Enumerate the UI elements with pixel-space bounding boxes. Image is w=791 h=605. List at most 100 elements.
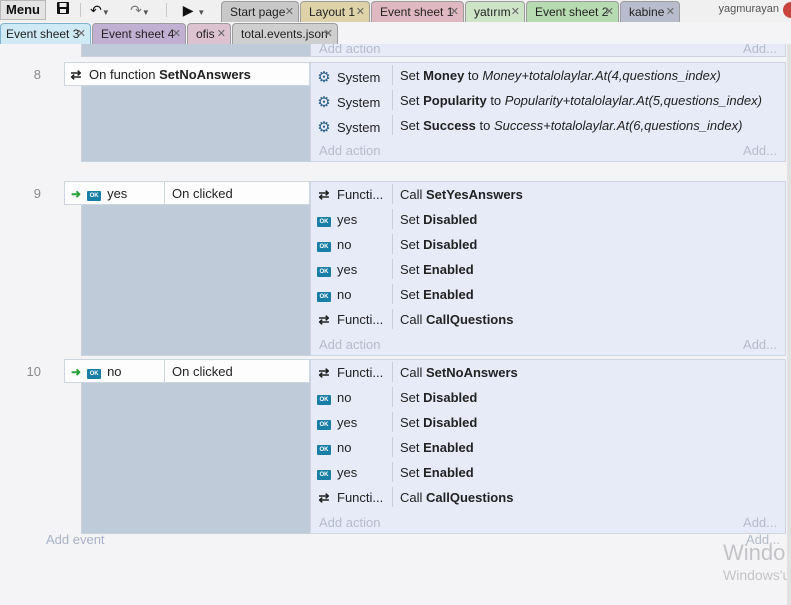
add-action-more[interactable]: Add... bbox=[743, 44, 777, 56]
action-row[interactable]: ⇄ Functi... Call CallQuestions bbox=[311, 485, 785, 510]
action-text: Set Disabled bbox=[400, 390, 477, 405]
tab-total-events-json[interactable]: total.events.json ✕ bbox=[232, 23, 338, 44]
action-target: Disabled bbox=[423, 390, 478, 405]
action-row[interactable]: OK yes Set Enabled bbox=[311, 460, 785, 485]
action-divider bbox=[392, 65, 393, 85]
action-target: Success bbox=[423, 118, 476, 133]
close-icon[interactable]: ✕ bbox=[77, 24, 86, 44]
action-target: Disabled bbox=[423, 237, 478, 252]
action-row[interactable]: OK yes Set Disabled bbox=[311, 207, 785, 232]
action-object: OK yes bbox=[317, 415, 357, 430]
action-verb: Set bbox=[400, 415, 424, 430]
event-condition[interactable]: ➜ OK yes On clicked bbox=[64, 181, 310, 205]
tab-event-sheet-3[interactable]: Event sheet 3 ✕ bbox=[0, 23, 91, 44]
close-icon[interactable]: ✕ bbox=[450, 2, 459, 22]
add-action-link[interactable]: Add action bbox=[319, 143, 380, 158]
redo-icon[interactable]: ↷▼ bbox=[124, 0, 156, 20]
condition-label: ⇄ On function SetNoAnswers bbox=[69, 67, 251, 83]
action-divider bbox=[392, 284, 393, 304]
action-row[interactable]: OK no Set Enabled bbox=[311, 435, 785, 460]
action-area: ⇄ Functi... Call SetNoAnswers OK no Set Disab… bbox=[310, 359, 786, 534]
action-row[interactable]: ⇄ Functi... Call SetNoAnswers bbox=[311, 360, 785, 385]
play-icon[interactable]: ▶ ▼ bbox=[176, 0, 212, 20]
add-action-more[interactable]: Add... bbox=[743, 337, 777, 352]
action-target: Enabled bbox=[423, 465, 474, 480]
event-block[interactable] bbox=[81, 181, 311, 356]
action-text: Set Popularity to Popularity+totalolayla… bbox=[400, 93, 762, 108]
button-icon: OK bbox=[87, 369, 102, 379]
chevron-down-icon: ▼ bbox=[141, 8, 150, 17]
function-icon: ⇄ bbox=[70, 67, 82, 82]
action-row[interactable]: ⚙ System Set Success to Success+totalolayl… bbox=[311, 113, 785, 138]
action-target: Enabled bbox=[423, 440, 474, 455]
close-icon[interactable]: ✕ bbox=[324, 24, 333, 44]
action-verb: Call bbox=[400, 187, 427, 202]
close-icon[interactable]: ✕ bbox=[356, 2, 365, 22]
close-icon[interactable]: ✕ bbox=[285, 2, 294, 22]
tab-yat-r-m[interactable]: yatırım ✕ bbox=[465, 1, 525, 22]
action-row[interactable]: OK no Set Enabled bbox=[311, 282, 785, 307]
action-row[interactable]: OK no Set Disabled bbox=[311, 232, 785, 257]
action-target: Money bbox=[423, 68, 465, 83]
undo-icon[interactable]: ↶▼ bbox=[88, 0, 112, 20]
action-text: Set Success to Success+totalolaylar.At(6… bbox=[400, 118, 742, 133]
tab-start-page[interactable]: Start page ✕ bbox=[221, 1, 299, 22]
close-icon[interactable]: ✕ bbox=[605, 2, 614, 22]
tab-event-sheet-2[interactable]: Event sheet 2 ✕ bbox=[526, 1, 619, 22]
close-icon[interactable]: ✕ bbox=[172, 24, 181, 44]
action-verb: Set bbox=[400, 440, 424, 455]
tab-event-sheet-1[interactable]: Event sheet 1 ✕ bbox=[371, 1, 464, 22]
action-divider bbox=[392, 90, 393, 110]
event-block[interactable] bbox=[81, 359, 311, 534]
event-condition[interactable]: ➜ OK no On clicked bbox=[64, 359, 310, 383]
action-row[interactable]: OK no Set Disabled bbox=[311, 385, 785, 410]
tab-kabine[interactable]: kabine ✕ bbox=[620, 1, 680, 22]
action-row[interactable]: ⇄ Functi... Call CallQuestions bbox=[311, 307, 785, 332]
avatar[interactable] bbox=[783, 2, 791, 18]
action-object: OK yes bbox=[317, 212, 357, 227]
event-condition[interactable]: ⇄ On function SetNoAnswers bbox=[64, 62, 310, 86]
tab-label: Event sheet 2 bbox=[535, 5, 609, 19]
add-action-more[interactable]: Add... bbox=[743, 143, 777, 158]
button-icon: OK bbox=[317, 420, 331, 430]
toolbar-separator bbox=[166, 3, 167, 17]
action-object-name: no bbox=[337, 237, 352, 252]
action-object-name: Functi... bbox=[337, 312, 384, 327]
action-object-name: yes bbox=[337, 212, 358, 227]
add-action-more[interactable]: Add... bbox=[743, 515, 777, 530]
add-event-link[interactable]: Add event bbox=[46, 532, 105, 547]
action-row[interactable]: ⚙ System Set Popularity to Popularity+tota… bbox=[311, 88, 785, 113]
user-name[interactable]: yagmurayan bbox=[718, 3, 779, 15]
menu-button[interactable]: Menu bbox=[0, 0, 46, 20]
save-icon[interactable] bbox=[52, 0, 74, 20]
tab-ofis[interactable]: ofis ✕ bbox=[187, 23, 231, 44]
action-row[interactable]: OK yes Set Enabled bbox=[311, 257, 785, 282]
action-target: Disabled bbox=[423, 212, 478, 227]
action-verb: Set bbox=[400, 93, 424, 108]
function-name: SetNoAnswers bbox=[159, 67, 251, 82]
action-divider bbox=[392, 387, 393, 407]
action-verb: Set bbox=[400, 262, 424, 277]
action-object-name: System bbox=[337, 95, 381, 110]
add-action-link[interactable]: Add action bbox=[319, 337, 380, 352]
action-row[interactable]: OK yes Set Disabled bbox=[311, 410, 785, 435]
button-icon: OK bbox=[317, 292, 331, 302]
function-icon: ⇄ bbox=[318, 187, 330, 202]
button-icon: OK bbox=[317, 242, 331, 252]
action-row[interactable]: ⇄ Functi... Call SetYesAnswers bbox=[311, 182, 785, 207]
tab-event-sheet-4[interactable]: Event sheet 4 ✕ bbox=[92, 23, 186, 44]
add-action-link[interactable]: Add action bbox=[319, 44, 380, 56]
tab-label: Layout 1 bbox=[309, 5, 356, 19]
action-connector: to bbox=[486, 93, 505, 108]
action-target: Disabled bbox=[423, 415, 478, 430]
close-icon[interactable]: ✕ bbox=[666, 2, 675, 22]
vertical-scrollbar[interactable] bbox=[787, 44, 791, 605]
close-icon[interactable]: ✕ bbox=[511, 2, 520, 22]
toolbar: Menu ↶▼ ↷▼ ▶ ▼ Start page ✕ Layout 1 ✕ Event… bbox=[0, 0, 791, 22]
close-icon[interactable]: ✕ bbox=[217, 24, 226, 44]
action-row[interactable]: ⚙ System Set Money to Money+totalolaylar.A… bbox=[311, 63, 785, 88]
action-text: Call CallQuestions bbox=[400, 490, 513, 505]
add-action-link[interactable]: Add action bbox=[319, 515, 380, 530]
action-area: ⚙ System Set Money to Money+totalolaylar.A… bbox=[310, 62, 786, 162]
tab-layout-1[interactable]: Layout 1 ✕ bbox=[300, 1, 370, 22]
